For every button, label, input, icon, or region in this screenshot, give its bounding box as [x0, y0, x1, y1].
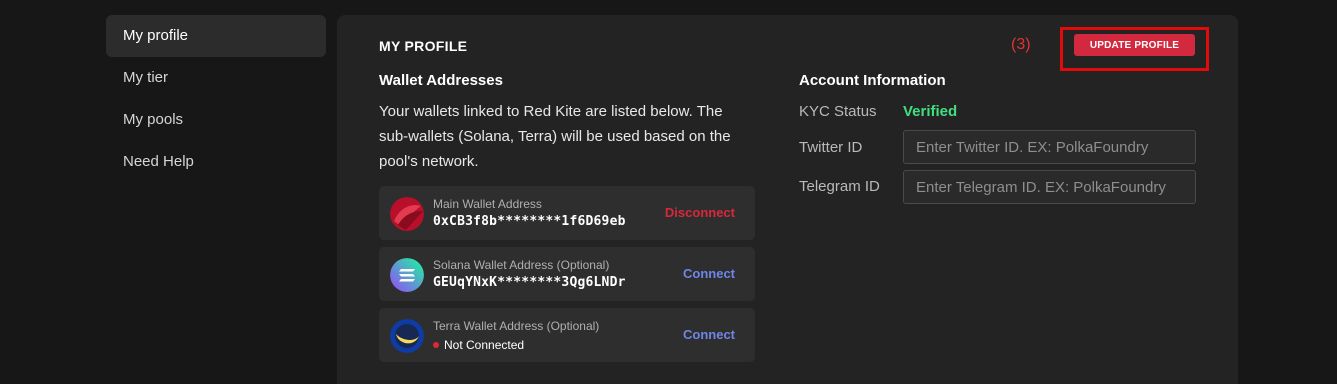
sidebar-item-my-tier[interactable]: My tier	[106, 57, 326, 99]
wallet-description: Your wallets linked to Red Kite are list…	[379, 103, 731, 170]
sidebar-item-need-help[interactable]: Need Help	[106, 141, 326, 183]
solana-icon	[390, 258, 424, 292]
terra-wallet-card: Terra Wallet Address (Optional) Not Conn…	[379, 308, 755, 362]
status-text: Not Connected	[444, 338, 525, 352]
wallet-label: Terra Wallet Address (Optional)	[433, 319, 600, 333]
step-annotation: (3)	[1011, 36, 1031, 53]
solana-wallet-card: Solana Wallet Address (Optional) GEUqYNx…	[379, 247, 755, 301]
telegram-id-label: Telegram ID	[799, 178, 880, 195]
twitter-id-input[interactable]	[903, 130, 1196, 164]
main-wallet-card: Main Wallet Address 0xCB3f8b********1f6D…	[379, 186, 755, 240]
connect-terra-button[interactable]: Connect	[683, 327, 735, 342]
sidebar-item-my-pools[interactable]: My pools	[106, 99, 326, 141]
wallet-address: 0xCB3f8b********1f6D69eb	[433, 214, 626, 229]
page-title: MY PROFILE	[379, 38, 468, 54]
red-kite-icon	[390, 197, 424, 231]
kyc-status-label: KYC Status	[799, 103, 877, 120]
sidebar: My profile My tier My pools Need Help	[106, 15, 326, 183]
telegram-id-input[interactable]	[903, 170, 1196, 204]
wallet-label: Solana Wallet Address (Optional)	[433, 258, 610, 272]
update-profile-button[interactable]: UPDATE PROFILE	[1074, 34, 1195, 56]
status-dot-icon	[433, 342, 439, 348]
terra-icon	[390, 319, 424, 353]
sidebar-item-my-profile[interactable]: My profile	[106, 15, 326, 57]
connection-status: Not Connected	[433, 338, 524, 352]
connect-solana-button[interactable]: Connect	[683, 266, 735, 281]
disconnect-button[interactable]: Disconnect	[665, 205, 735, 220]
wallet-label: Main Wallet Address	[433, 197, 542, 211]
profile-panel: MY PROFILE (3) UPDATE PROFILE Wallet Add…	[337, 15, 1238, 384]
wallet-section-title: Wallet Addresses	[379, 72, 503, 89]
account-section-title: Account Information	[799, 72, 946, 89]
kyc-status-value: Verified	[903, 103, 958, 120]
twitter-id-label: Twitter ID	[799, 139, 863, 156]
wallet-address: GEUqYNxK********3Qg6LNDr	[433, 275, 626, 290]
